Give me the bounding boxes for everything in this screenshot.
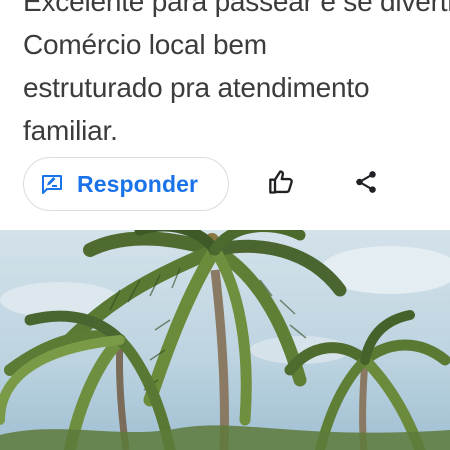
thumb-up-icon <box>268 168 296 201</box>
reply-label: Responder <box>77 170 199 197</box>
review-line: Excelente para passear e se divertir, lu… <box>23 0 450 17</box>
rate-review-icon <box>40 172 64 196</box>
review-photo[interactable] <box>0 230 450 450</box>
review-card: Excelente para passear e se divertir, lu… <box>0 0 450 450</box>
reply-button[interactable]: Responder <box>23 157 229 211</box>
share-button[interactable] <box>351 169 381 199</box>
review-line: estruturado pra atendimento <box>23 72 370 103</box>
like-button[interactable] <box>267 169 297 199</box>
review-text: Excelente para passear e se divertir, lu… <box>23 0 450 152</box>
palm-trees-image <box>0 230 450 450</box>
review-actions: Responder <box>23 157 423 213</box>
review-line: familiar. <box>23 115 118 146</box>
share-icon <box>353 169 379 200</box>
review-line: Comércio local bem <box>23 29 267 60</box>
